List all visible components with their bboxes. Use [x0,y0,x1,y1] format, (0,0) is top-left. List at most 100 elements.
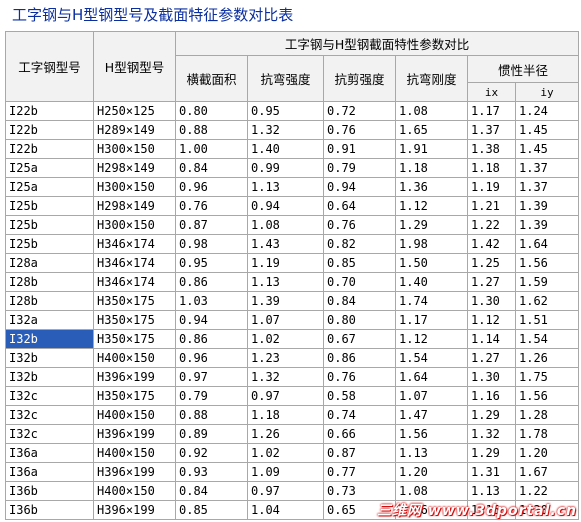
table-cell[interactable]: 1.47 [395,405,468,425]
table-cell[interactable]: H346×174 [93,253,176,273]
table-cell[interactable]: 0.88 [175,120,248,140]
header-radius-group[interactable]: 惯性半径 [466,55,580,83]
table-row[interactable]: I32b H350×175 0.86 1.02 0.67 1.12 1.14 1.54 [5,329,580,349]
table-row[interactable]: I25b H298×149 0.76 0.94 0.64 1.12 1.21 1.39 [5,196,580,216]
table-cell[interactable]: 0.79 [175,386,248,406]
table-cell[interactable]: 1.07 [395,386,468,406]
table-cell[interactable]: I28a [5,253,94,273]
table-cell[interactable]: 0.58 [323,386,396,406]
table-cell[interactable]: 0.64 [323,196,396,216]
table-row[interactable]: I25a H298×149 0.84 0.99 0.79 1.18 1.18 1.37 [5,158,580,178]
table-cell[interactable]: 1.39 [514,196,580,216]
table-cell[interactable]: 1.64 [395,367,468,387]
table-cell[interactable]: 1.30 [467,367,516,387]
header-i-model[interactable]: 工字钢型号 [5,31,94,102]
table-cell[interactable]: 1.43 [247,234,324,254]
table-cell[interactable]: 1.67 [514,462,580,482]
table-cell[interactable]: 1.04 [247,500,324,520]
table-cell[interactable]: 0.82 [323,234,396,254]
table-cell[interactable]: 1.25 [467,253,516,273]
table-cell[interactable]: 1.22 [514,481,580,501]
table-cell[interactable]: 0.85 [175,500,248,520]
table-cell[interactable]: H298×149 [93,158,176,178]
table-cell[interactable]: 1.27 [467,272,516,292]
table-cell[interactable]: 1.08 [395,481,468,501]
table-cell[interactable]: 0.94 [247,196,324,216]
table-cell[interactable]: 0.86 [175,272,248,292]
table-cell[interactable]: 0.84 [175,158,248,178]
table-cell[interactable]: 0.84 [175,481,248,501]
table-cell[interactable]: 0.76 [323,120,396,140]
table-row[interactable]: I36a H400×150 0.92 1.02 0.87 1.13 1.29 1.20 [5,443,580,463]
table-cell[interactable]: 1.98 [395,234,468,254]
table-cell[interactable]: 1.32 [247,120,324,140]
table-row[interactable]: I28b H350×175 1.03 1.39 0.84 1.74 1.30 1.62 [5,291,580,311]
table-cell[interactable]: 1.54 [514,329,580,349]
table-cell[interactable]: 1.56 [395,424,468,444]
table-cell[interactable]: H396×199 [93,462,176,482]
table-cell[interactable]: 1.28 [514,405,580,425]
table-cell[interactable]: 1.19 [467,177,516,197]
table-cell[interactable]: 1.75 [514,367,580,387]
table-cell[interactable]: 1.08 [247,215,324,235]
table-row[interactable]: I32c H396×199 0.89 1.26 0.66 1.56 1.32 1.78 [5,424,580,444]
table-cell[interactable]: 0.84 [323,291,396,311]
table-cell[interactable]: I32b [5,329,94,349]
table-cell[interactable]: 1.19 [247,253,324,273]
table-cell[interactable]: 0.98 [175,234,248,254]
table-cell[interactable]: I36a [5,443,94,463]
table-cell[interactable]: I28b [5,291,94,311]
table-cell[interactable]: H298×149 [93,196,176,216]
table-cell[interactable]: 1.02 [247,329,324,349]
table-cell[interactable]: I32c [5,386,94,406]
table-cell[interactable]: I32c [5,405,94,425]
table-cell[interactable]: 0.94 [175,310,248,330]
table-cell[interactable]: 1.26 [247,424,324,444]
table-cell[interactable]: I32b [5,367,94,387]
table-cell[interactable]: 1.39 [514,215,580,235]
table-cell[interactable]: 0.91 [323,139,396,159]
table-cell[interactable]: I28b [5,272,94,292]
header-bending-stiffness[interactable]: 抗弯刚度 [395,55,468,102]
table-cell[interactable]: 1.18 [395,158,468,178]
table-row[interactable]: I25b H300×150 0.87 1.08 0.76 1.29 1.22 1.39 [5,215,580,235]
table-cell[interactable]: 1.56 [514,386,580,406]
table-cell[interactable]: H396×199 [93,367,176,387]
table-cell[interactable]: 1.13 [247,177,324,197]
table-cell[interactable]: 1.42 [467,234,516,254]
table-cell[interactable]: H350×175 [93,329,176,349]
table-cell[interactable]: 1.37 [514,158,580,178]
table-cell[interactable]: 1.62 [514,291,580,311]
table-cell[interactable]: 0.99 [247,158,324,178]
table-cell[interactable]: 0.85 [323,253,396,273]
table-cell[interactable]: I22b [5,120,94,140]
table-cell[interactable]: 1.18 [467,158,516,178]
table-cell[interactable]: 1.22 [467,215,516,235]
table-cell[interactable]: I22b [5,101,94,121]
table-cell[interactable]: H350×175 [93,291,176,311]
table-cell[interactable]: 1.14 [467,329,516,349]
table-cell[interactable]: 0.92 [175,443,248,463]
table-cell[interactable]: H250×125 [93,101,176,121]
table-cell[interactable]: 1.65 [395,120,468,140]
table-row[interactable]: I25a H300×150 0.96 1.13 0.94 1.36 1.19 1.37 [5,177,580,197]
table-cell[interactable]: 0.66 [323,424,396,444]
table-cell[interactable]: 1.20 [395,462,468,482]
table-cell[interactable]: 0.97 [247,386,324,406]
table-row[interactable]: I32a H350×175 0.94 1.07 0.80 1.17 1.12 1.51 [5,310,580,330]
table-cell[interactable]: I25a [5,158,94,178]
table-cell[interactable]: 1.03 [175,291,248,311]
table-cell[interactable]: 1.08 [395,101,468,121]
table-cell[interactable]: 0.94 [323,177,396,197]
table-cell[interactable]: 0.79 [323,158,396,178]
table-cell[interactable]: I25b [5,234,94,254]
table-cell[interactable]: 0.76 [175,196,248,216]
table-cell[interactable]: 1.30 [467,291,516,311]
header-iy[interactable]: iy [514,82,580,102]
table-cell[interactable]: 1.24 [514,101,580,121]
table-cell[interactable]: 0.80 [175,101,248,121]
table-cell[interactable]: H396×199 [93,424,176,444]
table-cell[interactable]: H300×150 [93,139,176,159]
table-cell[interactable]: H400×150 [93,481,176,501]
table-cell[interactable]: I22b [5,139,94,159]
